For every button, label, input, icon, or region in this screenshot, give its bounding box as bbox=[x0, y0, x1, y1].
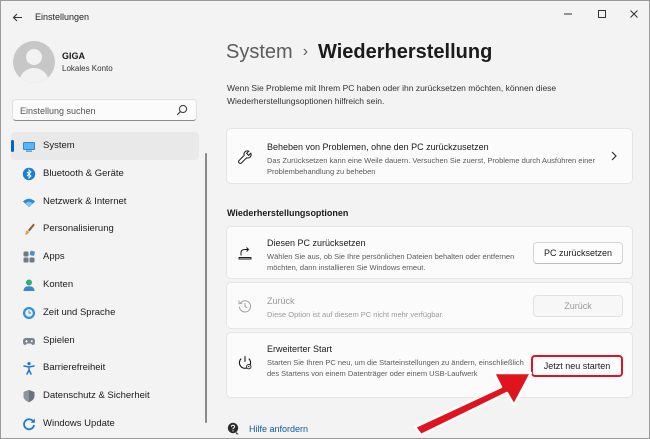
card-description: Das Zurücksetzen kann eine Weile dauern.… bbox=[267, 156, 595, 176]
back-button[interactable] bbox=[8, 8, 26, 26]
shield-icon bbox=[23, 390, 35, 403]
gamepad-icon bbox=[23, 337, 35, 345]
go-back-button[interactable]: Zurück bbox=[533, 295, 623, 317]
sidebar-item-label: Datenschutz & Sicherheit bbox=[43, 390, 150, 402]
sidebar-item-label: System bbox=[43, 140, 75, 151]
user-name: GIGA bbox=[62, 51, 86, 61]
history-icon bbox=[238, 300, 252, 313]
sidebar-item-personalization[interactable]: Personalisierung bbox=[11, 215, 199, 243]
troubleshoot-card[interactable]: Beheben von Problemen, ohne den PC zurüc… bbox=[226, 128, 633, 184]
wrench-icon bbox=[238, 150, 252, 164]
sidebar-item-bluetooth[interactable]: Bluetooth & Geräte bbox=[11, 160, 199, 188]
avatar[interactable] bbox=[13, 41, 55, 83]
sidebar-item-gaming[interactable]: Spielen bbox=[11, 327, 199, 355]
account-type: Lokales Konto bbox=[62, 64, 113, 73]
sidebar-item-windows-update[interactable]: Windows Update bbox=[11, 410, 199, 438]
sidebar-item-label: Personalisierung bbox=[43, 223, 114, 235]
card-title: Diesen PC zurücksetzen bbox=[267, 238, 366, 248]
arrow-left-icon bbox=[12, 13, 22, 22]
app-title: Einstellungen bbox=[35, 12, 90, 22]
breadcrumb-parent[interactable]: System bbox=[226, 41, 293, 63]
card-title: Beheben von Problemen, ohne den PC zurüc… bbox=[267, 142, 489, 152]
sidebar-item-label: Spielen bbox=[43, 334, 75, 346]
selection-indicator bbox=[11, 140, 14, 152]
monitor-icon bbox=[23, 142, 35, 152]
sidebar-item-label: Barrierefreiheit bbox=[43, 362, 106, 374]
help-icon bbox=[227, 422, 239, 435]
maximize-icon bbox=[598, 10, 606, 18]
globe-clock-icon bbox=[23, 306, 35, 319]
sidebar-item-label: Bluetooth & Geräte bbox=[43, 167, 124, 179]
minimize-button[interactable] bbox=[557, 6, 579, 22]
sidebar-item-network[interactable]: Netzwerk & Internet bbox=[11, 188, 199, 216]
restart-now-button[interactable]: Jetzt neu starten bbox=[531, 355, 623, 377]
maximize-button[interactable] bbox=[591, 6, 613, 22]
sidebar-item-apps[interactable]: Apps bbox=[11, 243, 199, 271]
sidebar-item-system[interactable]: System bbox=[11, 132, 199, 160]
sidebar-item-label: Apps bbox=[43, 251, 65, 263]
sidebar-item-privacy[interactable]: Datenschutz & Sicherheit bbox=[11, 382, 199, 410]
settings-window: Einstellungen GIGA Lokales Konto Einstel… bbox=[0, 0, 650, 439]
wifi-icon bbox=[23, 198, 35, 207]
advanced-startup-icon bbox=[238, 356, 252, 370]
page-title: Wiederherstellung bbox=[318, 41, 493, 63]
search-box[interactable] bbox=[12, 99, 197, 121]
breadcrumb: System › Wiederherstellung bbox=[226, 41, 492, 64]
card-description: Wählen Sie aus, ob Sie Ihre persönlichen… bbox=[267, 252, 515, 272]
reset-pc-button[interactable]: PC zurücksetzen bbox=[533, 242, 623, 264]
chevron-right-icon bbox=[611, 151, 617, 161]
search-input[interactable] bbox=[20, 103, 170, 118]
avatar-head bbox=[26, 49, 42, 65]
apps-icon bbox=[23, 250, 35, 263]
sidebar-item-time-language[interactable]: Zeit und Sprache bbox=[11, 299, 199, 327]
search-icon[interactable] bbox=[175, 103, 189, 117]
sidebar-item-accessibility[interactable]: Barrierefreiheit bbox=[11, 354, 199, 382]
sidebar-scrollbar[interactable] bbox=[205, 153, 207, 423]
minimize-icon bbox=[564, 13, 572, 15]
accessibility-icon bbox=[23, 362, 35, 376]
sidebar-item-label: Konten bbox=[43, 278, 74, 290]
brush-icon bbox=[25, 223, 35, 236]
close-icon bbox=[630, 10, 638, 18]
section-title: Wiederherstellungsoptionen bbox=[227, 208, 349, 218]
avatar-body bbox=[19, 68, 49, 83]
reset-pc-icon bbox=[238, 247, 252, 260]
close-button[interactable] bbox=[623, 6, 645, 22]
help-link-label: Hilfe anfordern bbox=[249, 424, 309, 434]
sidebar-item-label: Windows Update bbox=[43, 417, 115, 429]
title-bar: Einstellungen bbox=[1, 1, 649, 31]
annotation-arrow-icon bbox=[413, 371, 533, 437]
sidebar-item-label: Netzwerk & Internet bbox=[43, 195, 127, 207]
sidebar-item-label: Zeit und Sprache bbox=[43, 306, 116, 318]
update-icon bbox=[23, 418, 35, 431]
card-description: Diese Option ist auf diesem PC nicht meh… bbox=[267, 310, 444, 319]
card-title: Erweiterter Start bbox=[267, 344, 333, 354]
breadcrumb-separator: › bbox=[302, 43, 309, 60]
person-icon bbox=[23, 279, 35, 291]
card-title: Zurück bbox=[267, 296, 295, 306]
bluetooth-icon bbox=[22, 167, 36, 180]
go-back-card: Zurück Diese Option ist auf diesem PC ni… bbox=[226, 282, 633, 329]
sidebar-item-accounts[interactable]: Konten bbox=[11, 271, 199, 299]
reset-pc-card: Diesen PC zurücksetzen Wählen Sie aus, o… bbox=[226, 226, 633, 279]
intro-text: Wenn Sie Probleme mit Ihrem PC haben ode… bbox=[227, 83, 557, 106]
sidebar-nav: System Bluetooth & Geräte Netzwerk & Int… bbox=[11, 132, 199, 438]
